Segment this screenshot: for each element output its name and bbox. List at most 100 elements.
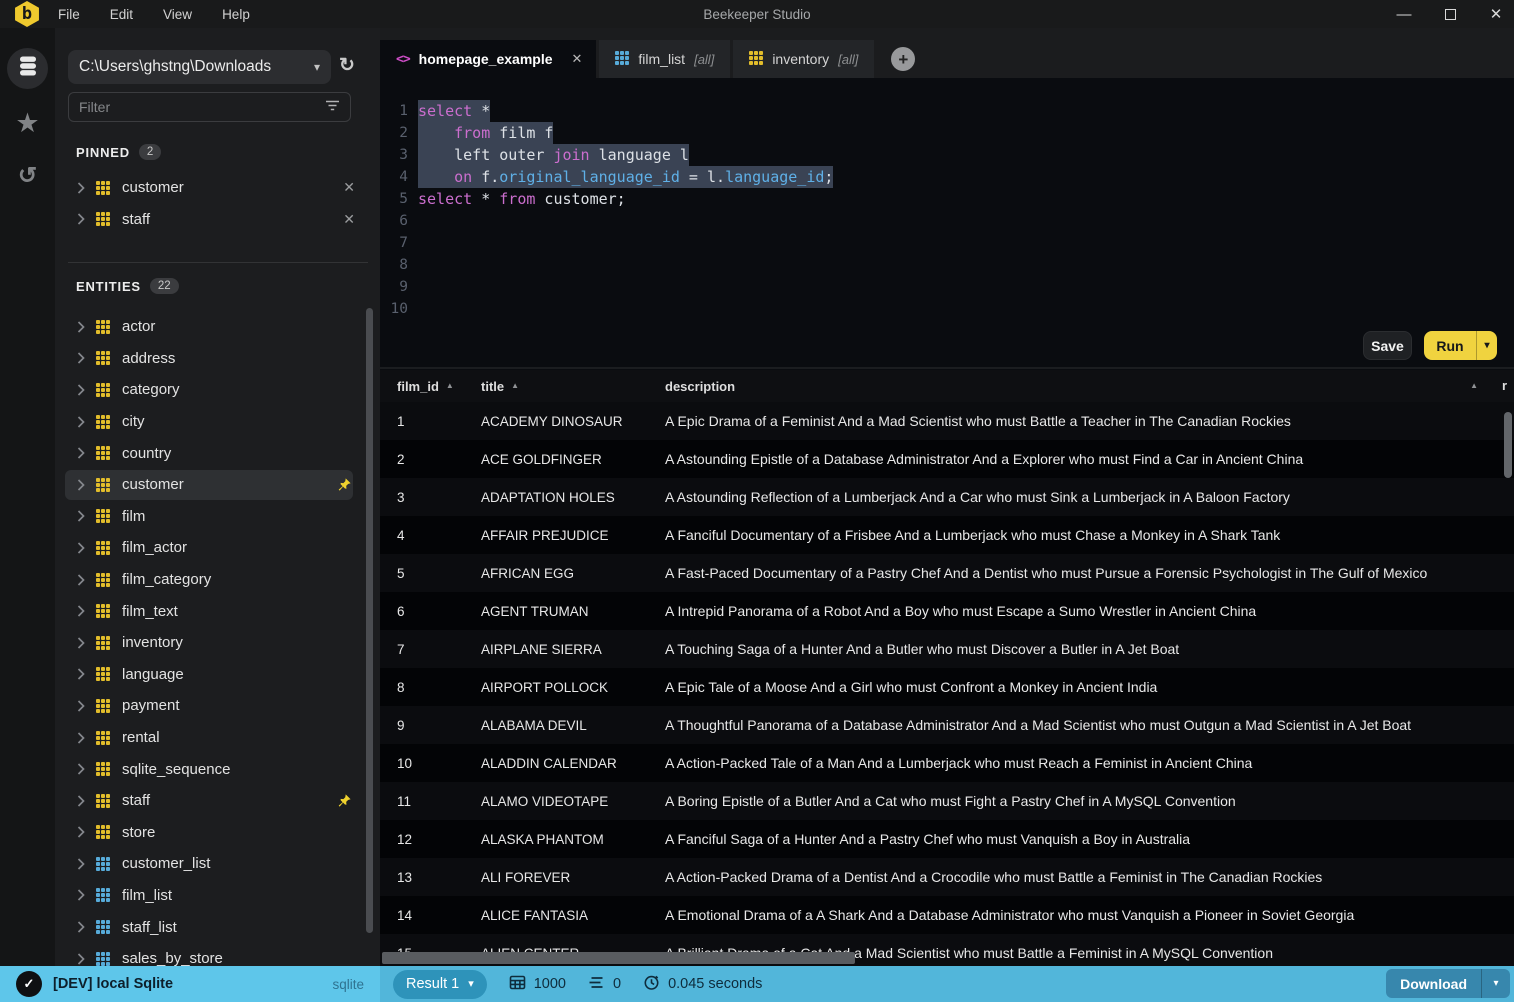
- column-header-film_id[interactable]: film_id ▲: [397, 379, 481, 394]
- filter-input[interactable]: [79, 99, 325, 115]
- entity-item-film_list[interactable]: film_list: [55, 880, 380, 912]
- refresh-icon[interactable]: ↻: [339, 56, 355, 75]
- chevron-right-icon[interactable]: [77, 321, 85, 333]
- run-options-caret-icon[interactable]: ▾: [1477, 340, 1497, 351]
- entity-item-language[interactable]: language: [55, 659, 380, 691]
- table-row[interactable]: 1 ACADEMY DINOSAUR A Epic Drama of a Femin…: [380, 402, 1514, 440]
- table-row[interactable]: 14 ALICE FANTASIA A Emotional Drama of a A…: [380, 896, 1514, 934]
- vertical-scrollbar[interactable]: [1504, 412, 1512, 478]
- code-line[interactable]: 10: [380, 298, 1514, 320]
- chevron-right-icon[interactable]: [77, 447, 85, 459]
- entity-item-staff_list[interactable]: staff_list: [55, 911, 380, 943]
- run-button[interactable]: Run ▾: [1424, 331, 1497, 360]
- pin-icon[interactable]: [337, 477, 352, 492]
- table-row[interactable]: 11 ALAMO VIDEOTAPE A Boring Epistle of a B…: [380, 782, 1514, 820]
- menu-edit[interactable]: Edit: [110, 7, 133, 22]
- table-row[interactable]: 2 ACE GOLDFINGER A Astounding Epistle of a…: [380, 440, 1514, 478]
- sort-asc-icon[interactable]: ▲: [446, 382, 454, 390]
- chevron-right-icon[interactable]: [77, 479, 85, 491]
- code-line[interactable]: 2 from film f: [380, 122, 1514, 144]
- code-line[interactable]: 1 select *: [380, 100, 1514, 122]
- close-tab-icon[interactable]: ✕: [572, 51, 583, 67]
- table-row[interactable]: 6 AGENT TRUMAN A Intrepid Panorama of a Ro…: [380, 592, 1514, 630]
- chevron-right-icon[interactable]: [77, 826, 85, 838]
- maximize-icon[interactable]: [1442, 8, 1458, 20]
- chevron-right-icon[interactable]: [77, 668, 85, 680]
- menu-view[interactable]: View: [163, 7, 192, 22]
- table-row[interactable]: 9 ALABAMA DEVIL A Thoughtful Panorama of a…: [380, 706, 1514, 744]
- chevron-right-icon[interactable]: [77, 573, 85, 586]
- chevron-right-icon[interactable]: [77, 637, 85, 649]
- pinned-section-header[interactable]: PINNED 2: [76, 144, 162, 160]
- entity-item-film[interactable]: film: [55, 501, 380, 533]
- code-line[interactable]: 8: [380, 254, 1514, 276]
- query-history-button[interactable]: ↺: [0, 164, 55, 187]
- chevron-right-icon[interactable]: [77, 510, 85, 522]
- result-selector-button[interactable]: Result 1 ▾: [393, 969, 487, 999]
- chevron-right-icon[interactable]: [77, 763, 85, 775]
- sidebar-scrollbar[interactable]: [366, 308, 373, 933]
- entity-item-country[interactable]: country: [55, 437, 380, 469]
- new-tab-button[interactable]: +: [891, 47, 916, 71]
- entity-item-category[interactable]: category: [55, 374, 380, 406]
- tab-film_list[interactable]: film_list [all]: [599, 40, 731, 78]
- pinned-item-staff[interactable]: staff ✕: [55, 204, 380, 236]
- chevron-right-icon[interactable]: [77, 700, 85, 712]
- unpin-icon[interactable]: ✕: [343, 179, 355, 196]
- entity-item-customer[interactable]: customer: [55, 469, 380, 501]
- chevron-right-icon[interactable]: [77, 795, 85, 807]
- chevron-right-icon[interactable]: [77, 415, 85, 428]
- chevron-right-icon[interactable]: [77, 542, 85, 554]
- table-row[interactable]: 4 AFFAIR PREJUDICE A Fanciful Documentary …: [380, 516, 1514, 554]
- chevron-right-icon[interactable]: [77, 384, 85, 396]
- table-row[interactable]: 13 ALI FOREVER A Action-Packed Drama of a …: [380, 858, 1514, 896]
- pinned-item-customer[interactable]: customer ✕: [55, 172, 380, 204]
- entity-item-store[interactable]: store: [55, 817, 380, 849]
- entity-item-actor[interactable]: actor: [55, 311, 380, 343]
- sort-asc-icon[interactable]: ▲: [1470, 382, 1478, 390]
- entity-item-address[interactable]: address: [55, 343, 380, 375]
- entity-item-inventory[interactable]: inventory: [55, 627, 380, 659]
- entity-item-sales_by_store[interactable]: sales_by_store: [55, 943, 380, 966]
- entity-item-staff[interactable]: staff: [55, 785, 380, 817]
- entities-section-header[interactable]: ENTITIES 22: [76, 278, 179, 294]
- chevron-right-icon[interactable]: [77, 889, 85, 902]
- entity-item-film_text[interactable]: film_text: [55, 595, 380, 627]
- connection-dropdown[interactable]: C:\Users\ghstng\Downloads ▾: [68, 50, 331, 84]
- connections-nav-button[interactable]: [7, 48, 48, 89]
- table-row[interactable]: 12 ALASKA PHANTOM A Fanciful Saga of a Hun…: [380, 820, 1514, 858]
- tab-homepage_example[interactable]: <> homepage_example ✕: [380, 40, 597, 78]
- entity-item-film_actor[interactable]: film_actor: [55, 532, 380, 564]
- pin-icon[interactable]: [337, 793, 352, 808]
- entity-item-film_category[interactable]: film_category: [55, 564, 380, 596]
- code-line[interactable]: 7: [380, 232, 1514, 254]
- sort-asc-icon[interactable]: ▲: [511, 382, 519, 390]
- code-line[interactable]: 4 on f.original_language_id = l.language…: [380, 166, 1514, 188]
- menu-help[interactable]: Help: [222, 7, 250, 22]
- sql-editor[interactable]: 1 select * 2 from film f3 left outer join …: [380, 78, 1514, 330]
- code-line[interactable]: 5 select * from customer;: [380, 188, 1514, 210]
- table-row[interactable]: 7 AIRPLANE SIERRA A Touching Saga of a Hun…: [380, 630, 1514, 668]
- table-row[interactable]: 3 ADAPTATION HOLES A Astounding Reflection…: [380, 478, 1514, 516]
- chevron-right-icon[interactable]: [77, 731, 85, 744]
- download-button[interactable]: Download ▾: [1386, 969, 1510, 998]
- chevron-right-icon[interactable]: [77, 182, 85, 194]
- column-header-title[interactable]: title ▲: [481, 379, 665, 394]
- chevron-right-icon[interactable]: [77, 921, 85, 933]
- code-line[interactable]: 9: [380, 276, 1514, 298]
- code-line[interactable]: 6: [380, 210, 1514, 232]
- entity-item-customer_list[interactable]: customer_list: [55, 848, 380, 880]
- chevron-right-icon[interactable]: [77, 213, 85, 225]
- chevron-right-icon[interactable]: [77, 605, 85, 617]
- chevron-right-icon[interactable]: [77, 352, 85, 364]
- unpin-icon[interactable]: ✕: [343, 211, 355, 228]
- entity-item-payment[interactable]: payment: [55, 690, 380, 722]
- minimize-icon[interactable]: —: [1396, 7, 1412, 22]
- table-row[interactable]: 10 ALADDIN CALENDAR A Action-Packed Tale o…: [380, 744, 1514, 782]
- close-icon[interactable]: ✕: [1488, 7, 1504, 22]
- table-row[interactable]: 5 AFRICAN EGG A Fast-Paced Documentary of …: [380, 554, 1514, 592]
- save-button[interactable]: Save: [1363, 331, 1412, 360]
- tab-inventory[interactable]: inventory [all]: [733, 40, 875, 78]
- entity-item-sqlite_sequence[interactable]: sqlite_sequence: [55, 753, 380, 785]
- saved-queries-button[interactable]: ★: [0, 110, 55, 137]
